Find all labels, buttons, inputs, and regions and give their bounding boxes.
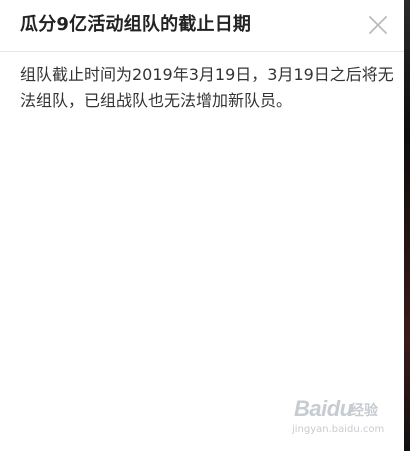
watermark-logo: Baidu xyxy=(294,396,353,421)
dialog-title: 瓜分9亿活动组队的截止日期 xyxy=(20,14,252,35)
info-dialog: 瓜分9亿活动组队的截止日期 组队截止时间为2019年3月19日，3月19日之后将… xyxy=(0,0,404,451)
screen: 瓜分9亿活动组队的截止日期 组队截止时间为2019年3月19日，3月19日之后将… xyxy=(0,0,410,451)
dialog-header: 瓜分9亿活动组队的截止日期 xyxy=(0,0,404,52)
watermark-url: jingyan.baidu.com xyxy=(292,424,385,435)
watermark-subtitle: 经验 xyxy=(350,403,378,419)
close-button[interactable] xyxy=(366,13,390,37)
dialog-body-text: 组队截止时间为2019年3月19日，3月19日之后将无法组队，已组战队也无法增加… xyxy=(20,65,394,110)
watermark: Baidu 经验 jingyan.baidu.com xyxy=(288,396,384,440)
close-icon xyxy=(369,16,387,34)
